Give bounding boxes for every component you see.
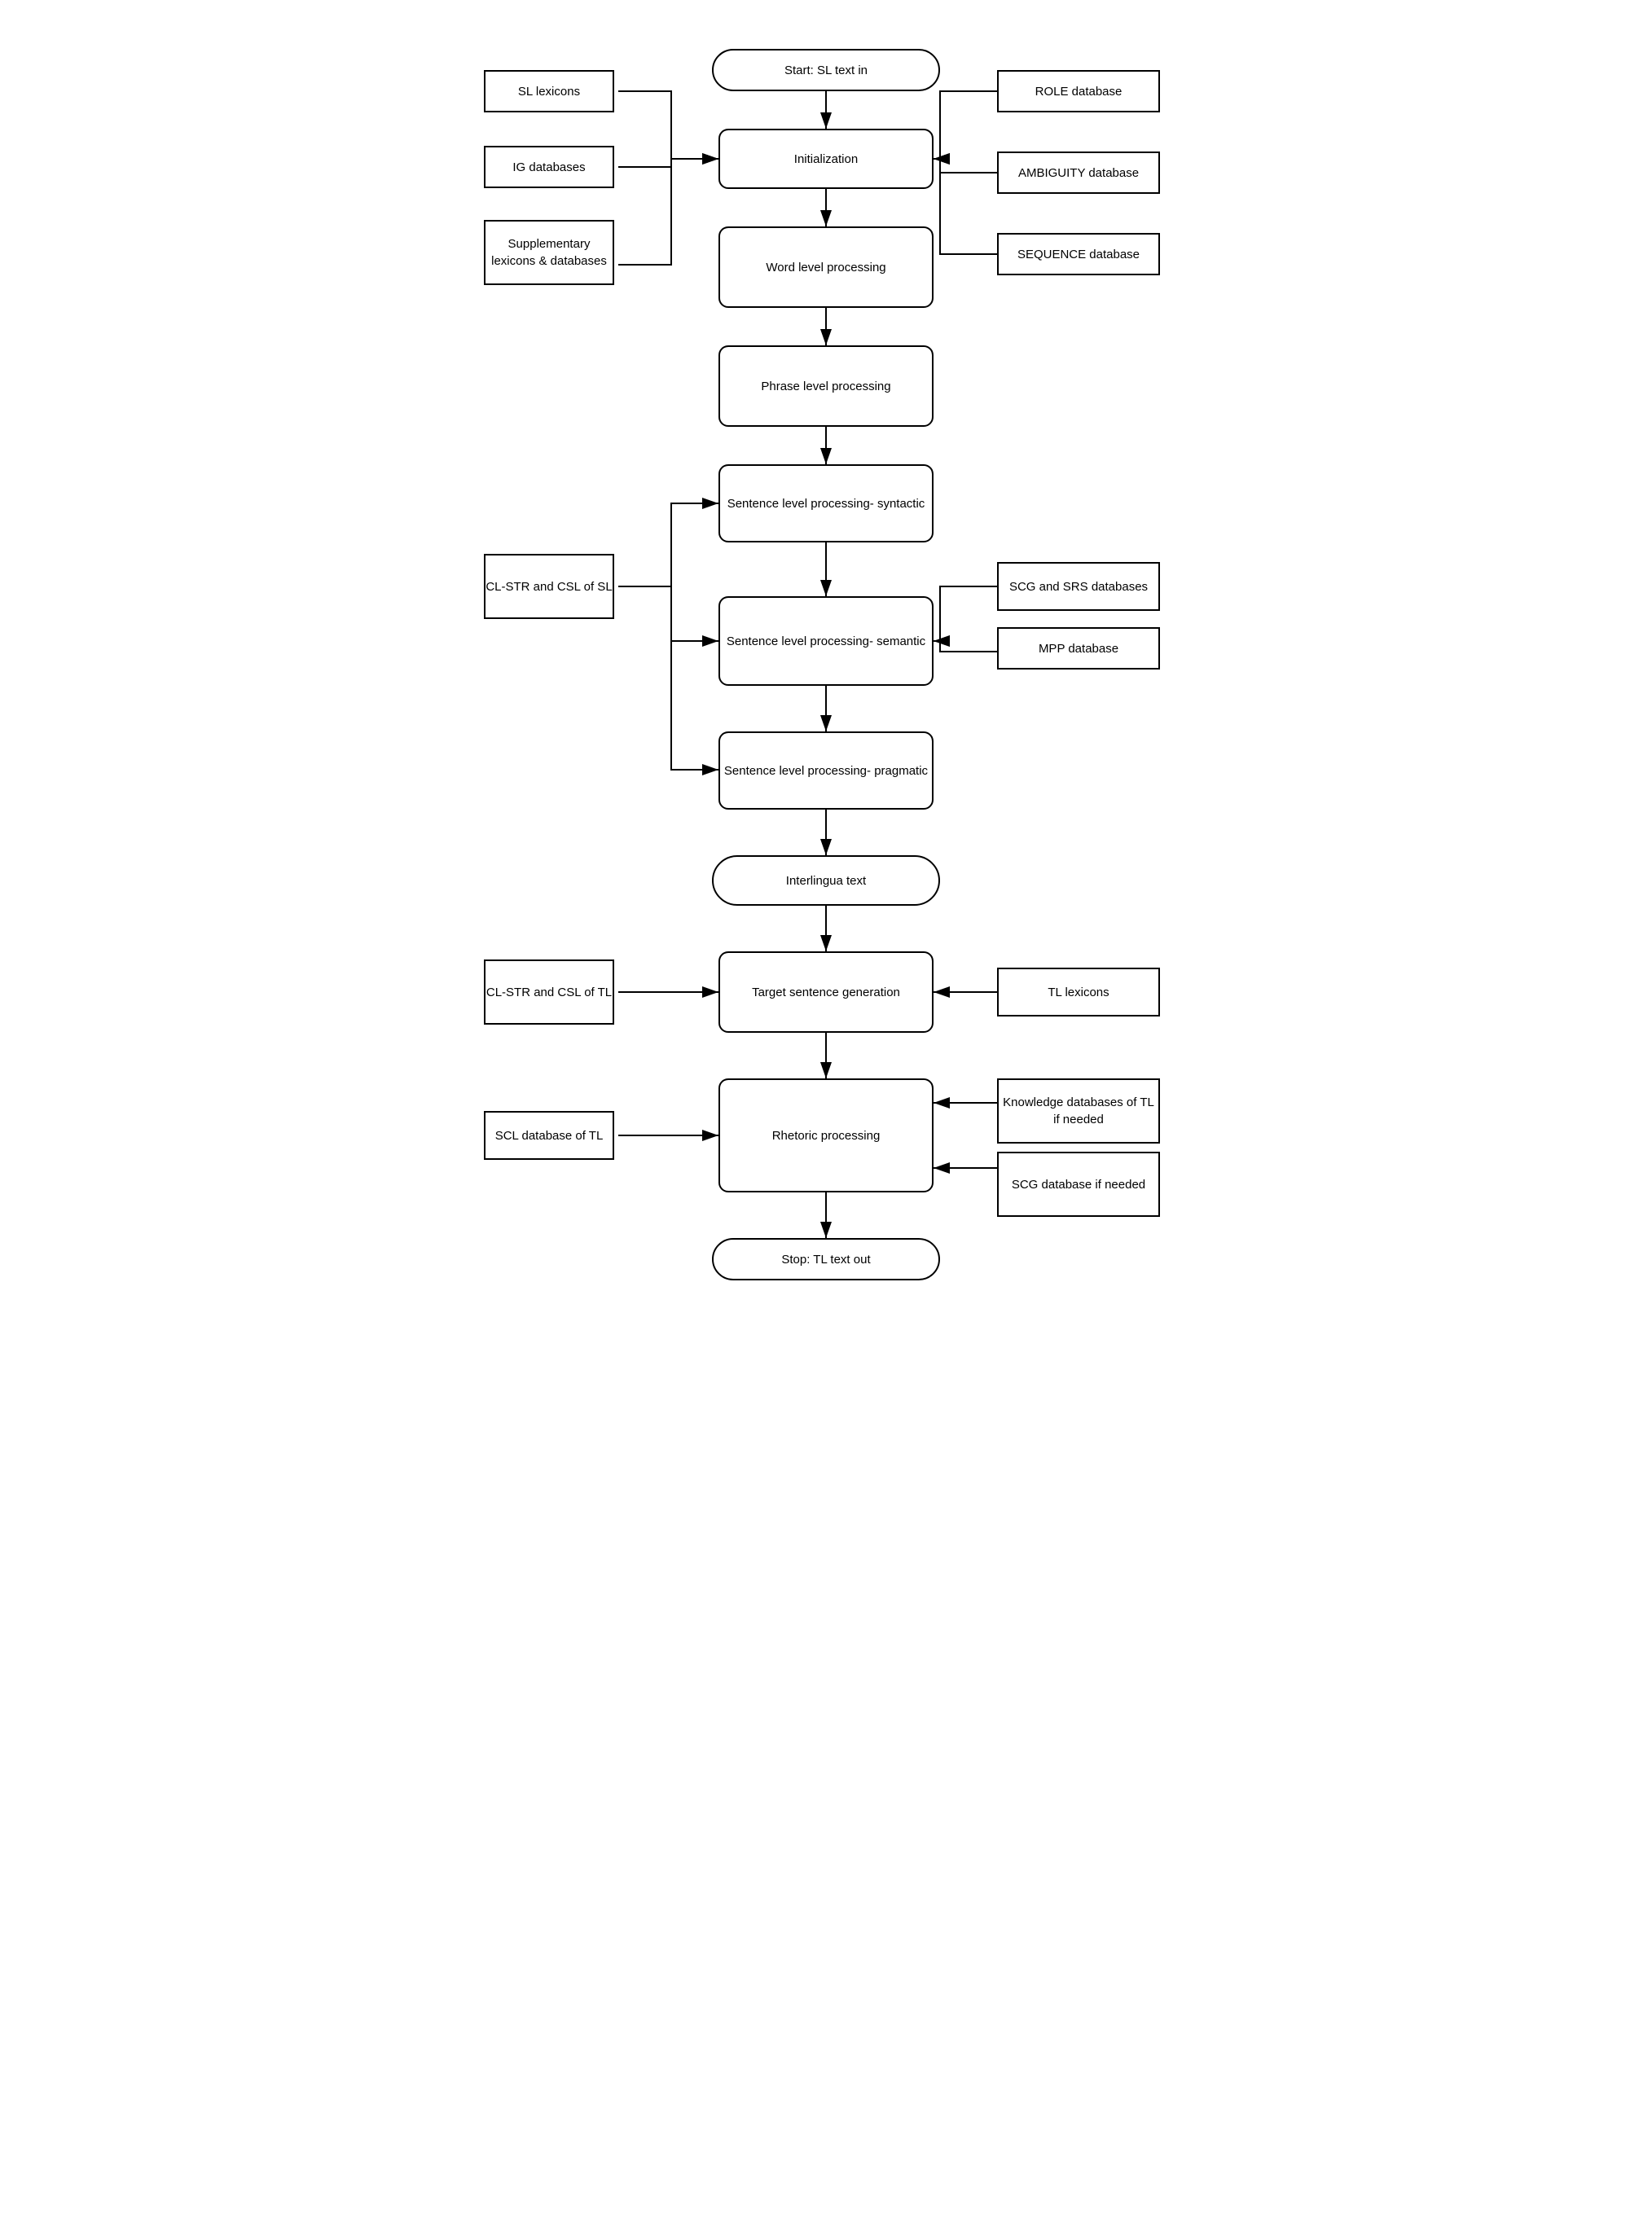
role-db-node: ROLE database: [997, 70, 1160, 112]
scg-db-needed-node: SCG database if needed: [997, 1152, 1160, 1217]
supplementary-node: Supplementary lexicons & databases: [484, 220, 614, 285]
ambiguity-db-node: AMBIGUITY database: [997, 151, 1160, 194]
scl-db-tl-node: SCL database of TL: [484, 1111, 614, 1160]
flowchart-diagram: Start: SL text in Initialization Word le…: [459, 33, 1193, 2150]
cl-str-tl-node: CL-STR and CSL of TL: [484, 959, 614, 1025]
tl-lexicons-node: TL lexicons: [997, 968, 1160, 1016]
mpp-db-node: MPP database: [997, 627, 1160, 670]
scg-srs-db-node: SCG and SRS databases: [997, 562, 1160, 611]
knowledge-db-node: Knowledge databases of TL if needed: [997, 1078, 1160, 1144]
ig-databases-node: IG databases: [484, 146, 614, 188]
sentence-semantic-node: Sentence level processing- semantic: [718, 596, 934, 686]
sentence-syntactic-node: Sentence level processing- syntactic: [718, 464, 934, 542]
target-sentence-node: Target sentence generation: [718, 951, 934, 1033]
sentence-pragmatic-node: Sentence level processing- pragmatic: [718, 731, 934, 810]
cl-str-sl-node: CL-STR and CSL of SL: [484, 554, 614, 619]
initialization-node: Initialization: [718, 129, 934, 189]
phrase-level-node: Phrase level processing: [718, 345, 934, 427]
stop-node: Stop: TL text out: [712, 1238, 940, 1280]
interlingua-node: Interlingua text: [712, 855, 940, 906]
start-node: Start: SL text in: [712, 49, 940, 91]
rhetoric-node: Rhetoric processing: [718, 1078, 934, 1192]
sequence-db-node: SEQUENCE database: [997, 233, 1160, 275]
word-level-node: Word level processing: [718, 226, 934, 308]
sl-lexicons-node: SL lexicons: [484, 70, 614, 112]
